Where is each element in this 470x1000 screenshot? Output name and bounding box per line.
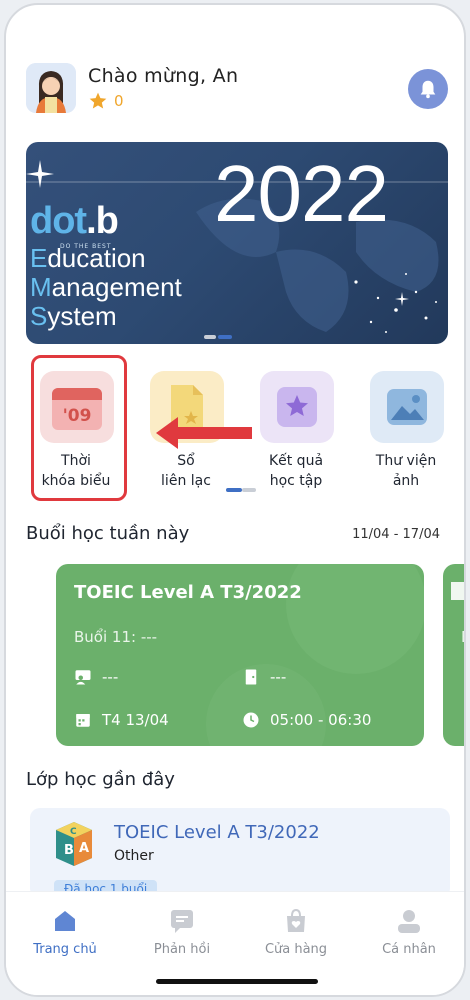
lesson-card[interactable]: TOEIC Level A T3/2022 Buổi 11: --- --- -… [56, 564, 424, 746]
recent-section-title: Lớp học gần đây [26, 769, 175, 790]
lesson-course-title: TOEIC Level A T3/2022 [74, 582, 302, 603]
lesson-teacher-row: --- [74, 668, 118, 686]
profile-icon [398, 910, 420, 933]
star-icon [277, 387, 317, 427]
quick-item-label: Thư viện ảnh [375, 453, 437, 489]
svg-text:C: C [70, 827, 77, 837]
image-icon [387, 389, 427, 425]
header: Chào mừng, An 0 [26, 63, 448, 119]
svg-text:A: A [79, 841, 89, 856]
tab-profile[interactable]: Cá nhân [359, 906, 459, 957]
phone-screen: Chào mừng, An 0 2022 dot.b DO THE BEST E… [4, 3, 466, 997]
lesson-date-row: T4 13/04 [74, 711, 169, 729]
highlight-box [31, 355, 127, 501]
week-date-range: 11/04 - 17/04 [352, 527, 440, 542]
lesson-time-row: 05:00 - 06:30 [242, 711, 371, 729]
quick-item-gallery[interactable]: Thư viện ảnh [356, 365, 456, 495]
recent-course-type: Other [114, 848, 154, 864]
quick-item-results[interactable]: Kết quả học tập [246, 365, 346, 495]
lesson-session: Buổi 11: --- [74, 628, 158, 646]
banner-logo: dot.b [30, 200, 119, 242]
lesson-room-row: --- [242, 668, 286, 686]
points-value: 0 [114, 92, 124, 110]
tab-feedback[interactable]: Phản hồi [132, 906, 232, 957]
avatar[interactable] [26, 63, 76, 113]
teacher-icon [75, 670, 91, 685]
svg-text:B: B [64, 843, 74, 858]
week-section-title: Buổi học tuần này [26, 523, 190, 544]
banner-ems-text: Education Management System [30, 243, 182, 331]
recent-course-title: TOEIC Level A T3/2022 [114, 822, 320, 843]
greeting-text: Chào mừng, An [88, 65, 239, 87]
star-icon [89, 92, 107, 109]
tab-shop[interactable]: Cửa hàng [246, 906, 346, 957]
calendar-small-icon [76, 714, 90, 727]
menu-scroll-indicator [226, 488, 256, 492]
promo-banner[interactable]: 2022 dot.b DO THE BEST Education Managem… [26, 142, 448, 344]
notification-bell-button[interactable] [408, 69, 448, 109]
door-icon [245, 669, 257, 685]
banner-pager [204, 335, 232, 340]
home-icon [55, 911, 75, 931]
banner-year: 2022 [214, 149, 389, 238]
quick-item-label: Sổ liên lạc [161, 453, 211, 489]
abc-blocks-icon: B A C [56, 822, 92, 866]
bell-icon [420, 80, 436, 99]
clock-icon [243, 712, 259, 728]
shop-icon [287, 908, 305, 932]
tab-home[interactable]: Trang chủ [15, 906, 115, 957]
feedback-icon [171, 910, 193, 933]
arrow-left-icon [156, 417, 252, 449]
lesson-card-next[interactable]: E [443, 564, 464, 746]
home-indicator [156, 979, 318, 984]
points-row: 0 [88, 91, 124, 111]
recent-class-card[interactable]: B A C TOEIC Level A T3/2022 Other Đã học… [30, 808, 450, 898]
quick-item-label: Kết quả học tập [268, 453, 324, 489]
